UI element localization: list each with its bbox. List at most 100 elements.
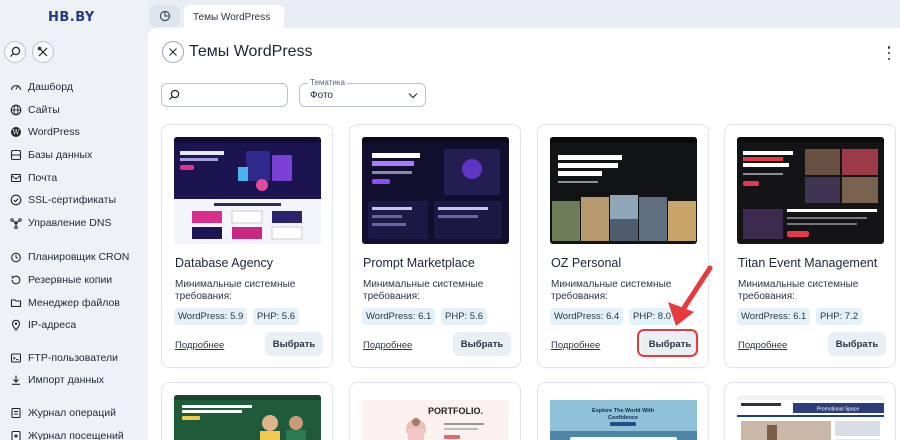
wp-version-badge: WordPress: 6.4 <box>550 308 624 325</box>
preview-headline: PORTFOLIO. <box>428 406 483 416</box>
svg-text:Explore The World With: Explore The World With <box>592 408 655 414</box>
details-link[interactable]: Подробнее <box>738 340 787 351</box>
sidebar-item-backups[interactable]: Резервные копии <box>10 269 146 292</box>
theme-preview-image[interactable] <box>362 137 509 244</box>
theme-card: Promotional Space <box>724 382 896 440</box>
wordpress-icon: W <box>10 126 22 138</box>
tab-dashboard[interactable] <box>150 5 180 27</box>
visits-icon <box>10 430 22 440</box>
php-version-badge: PHP: 7.2 <box>816 308 863 325</box>
tab-wordpress-themes[interactable]: Темы WordPress <box>184 5 284 28</box>
log-icon <box>10 407 22 419</box>
sidebar-item-cron[interactable]: Планировщик CRON <box>10 246 146 269</box>
more-options-icon[interactable] <box>886 46 892 60</box>
sidebar-item-label: Базы данных <box>28 149 93 162</box>
theme-preview-image[interactable]: Promotional Space <box>737 395 884 440</box>
theme-name: Database Agency <box>175 256 273 270</box>
details-link[interactable]: Подробнее <box>175 340 224 351</box>
theme-preview-image[interactable] <box>737 137 884 244</box>
sidebar-item-databases[interactable]: Базы данных <box>10 144 146 167</box>
folder-icon <box>10 297 22 309</box>
wp-version-badge: WordPress: 6.1 <box>362 308 436 325</box>
theme-card: Database Agency Минимальные системные тр… <box>161 124 333 368</box>
theme-card: PORTFOLIO. <box>349 382 521 440</box>
sidebar-item-wordpress[interactable]: W WordPress <box>10 121 146 144</box>
chevron-down-icon <box>408 93 418 99</box>
sidebar: HB.BY Дашборд Сайты W WordPress Базы дан… <box>0 0 148 440</box>
category-value: Фото <box>310 90 333 101</box>
search-button[interactable] <box>4 41 26 63</box>
annotation-arrow-icon <box>668 265 713 326</box>
wp-version-badge: WordPress: 6.1 <box>737 308 811 325</box>
details-link[interactable]: Подробнее <box>551 340 600 351</box>
import-icon <box>10 374 22 386</box>
sidebar-item-files[interactable]: Менеджер файлов <box>10 291 146 314</box>
theme-card <box>161 382 333 440</box>
php-version-badge: PHP: 5.6 <box>253 308 300 325</box>
close-button[interactable] <box>162 41 184 63</box>
sidebar-item-label: Почта <box>28 171 58 184</box>
database-icon <box>10 149 22 161</box>
sidebar-item-ip[interactable]: IP-адреса <box>10 314 146 337</box>
sidebar-item-label: FTP-пользователи <box>28 351 118 364</box>
sidebar-item-label: IP-адреса <box>28 319 77 332</box>
tools-button[interactable] <box>32 41 54 63</box>
search-icon <box>169 89 180 100</box>
cron-icon <box>10 251 22 263</box>
ftp-icon <box>10 352 22 364</box>
tools-icon <box>37 46 48 57</box>
pie-chart-icon <box>159 10 171 22</box>
theme-preview-image[interactable] <box>174 395 321 440</box>
php-version-badge: PHP: 5.6 <box>441 308 488 325</box>
sidebar-item-ftp[interactable]: FTP-пользователи <box>10 347 146 370</box>
sidebar-item-label: Журнал операций <box>28 407 117 420</box>
preview-headline: Promotional Space <box>817 407 859 413</box>
theme-requirements: Минимальные системные требования: <box>175 279 296 302</box>
brand-logo[interactable]: HB.BY <box>48 10 95 25</box>
theme-preview-image[interactable]: Explore The World With Confidence <box>550 395 697 440</box>
sidebar-item-mail[interactable]: Почта <box>10 166 146 189</box>
theme-requirements: Минимальные системные требования: <box>363 279 484 302</box>
category-label: Тематика <box>308 78 347 87</box>
sidebar-item-label: Планировщик CRON <box>28 251 130 264</box>
sidebar-item-label: Менеджер файлов <box>28 296 120 309</box>
sidebar-item-visits-log[interactable]: Журнал посещений <box>10 424 146 440</box>
sidebar-item-label: Сайты <box>28 103 60 116</box>
sidebar-item-label: Журнал посещений <box>28 429 124 440</box>
select-theme-button[interactable]: Выбрать <box>828 332 886 356</box>
details-link[interactable]: Подробнее <box>363 340 412 351</box>
sidebar-item-operations-log[interactable]: Журнал операций <box>10 402 146 425</box>
sidebar-item-dns[interactable]: Управление DNS <box>10 212 146 235</box>
mail-icon <box>10 172 22 184</box>
theme-name: Titan Event Management <box>738 256 878 270</box>
theme-preview-image[interactable] <box>550 137 697 244</box>
sidebar-item-label: SSL-сертификаты <box>28 194 117 207</box>
sidebar-item-dashboard[interactable]: Дашборд <box>10 76 146 99</box>
sidebar-item-label: Импорт данных <box>28 374 104 387</box>
search-input[interactable] <box>161 83 288 107</box>
svg-text:Confidence: Confidence <box>608 415 638 421</box>
theme-name: OZ Personal <box>551 256 622 270</box>
globe-icon <box>10 104 22 116</box>
close-icon <box>169 48 177 56</box>
annotation-highlight-box <box>637 329 698 357</box>
theme-preview-image[interactable] <box>174 137 321 244</box>
select-theme-button[interactable]: Выбрать <box>265 332 323 356</box>
dns-icon <box>10 217 22 229</box>
sidebar-item-label: Резервные копии <box>28 274 113 287</box>
page-title: Темы WordPress <box>189 43 313 60</box>
sidebar-item-import[interactable]: Импорт данных <box>10 369 146 392</box>
category-select[interactable]: Тематика Фото <box>299 78 426 107</box>
select-theme-button[interactable]: Выбрать <box>453 332 511 356</box>
theme-card: Titan Event Management Минимальные систе… <box>724 124 896 368</box>
sidebar-item-label: Дашборд <box>28 81 73 94</box>
wp-version-badge: WordPress: 5.9 <box>174 308 248 325</box>
search-icon <box>10 46 21 57</box>
sidebar-item-label: WordPress <box>28 126 80 139</box>
sidebar-item-ssl[interactable]: SSL-сертификаты <box>10 189 146 212</box>
theme-preview-image[interactable]: PORTFOLIO. <box>362 395 509 440</box>
dashboard-icon <box>10 81 22 93</box>
theme-name: Prompt Marketplace <box>363 256 475 270</box>
sidebar-item-sites[interactable]: Сайты <box>10 99 146 122</box>
sidebar-nav: Дашборд Сайты W WordPress Базы данных По… <box>10 76 146 440</box>
